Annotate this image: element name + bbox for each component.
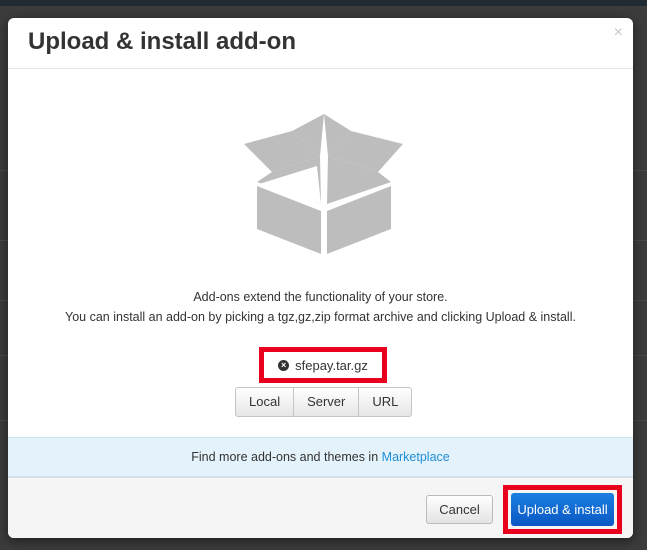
dialog-footer: Cancel Upload & install [8, 477, 633, 538]
selected-file: × sfepay.tar.gz [259, 347, 387, 383]
dialog-title: Upload & install add-on [28, 28, 296, 55]
install-button-highlight: Upload & install [503, 485, 622, 534]
remove-file-icon[interactable]: × [278, 359, 290, 371]
selected-file-name: sfepay.tar.gz [295, 357, 368, 373]
marketplace-link[interactable]: Marketplace [382, 450, 450, 464]
cancel-button[interactable]: Cancel [426, 495, 493, 524]
marketplace-text: Find more add-ons and themes in [191, 450, 379, 464]
marketplace-info-bar: Find more add-ons and themes in Marketpl… [8, 437, 633, 477]
upload-install-button[interactable]: Upload & install [511, 493, 614, 526]
local-source-button[interactable]: Local [236, 388, 295, 416]
close-icon[interactable]: × [614, 24, 623, 42]
upload-addon-dialog: Upload & install add-on × Add-ons extend… [8, 18, 633, 538]
file-source-button-group: Local Server URL [235, 387, 413, 417]
dialog-header: Upload & install add-on × [8, 18, 633, 69]
server-source-button[interactable]: Server [294, 388, 360, 416]
url-source-button[interactable]: URL [359, 388, 411, 416]
description-line-2: You can install an add-on by picking a t… [65, 310, 576, 324]
open-box-icon [244, 114, 403, 254]
description-line-1: Add-ons extend the functionality of your… [193, 290, 448, 304]
